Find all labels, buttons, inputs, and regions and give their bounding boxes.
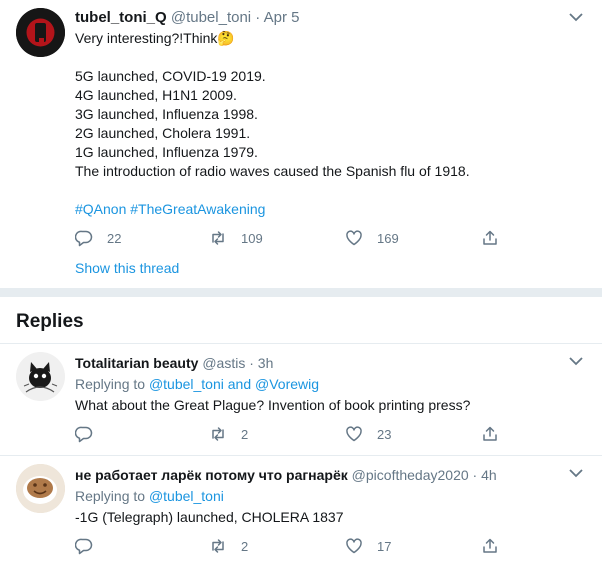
tweet-line-1: Very interesting?!Think🤔 [75, 30, 235, 46]
share-button[interactable] [481, 424, 499, 444]
retweet-button[interactable]: 2 [209, 424, 248, 444]
reply-header: не работает ларёк потому что рагнарёк @p… [75, 466, 497, 485]
retweet-count: 2 [241, 426, 249, 442]
display-name[interactable]: tubel_toni_Q [75, 9, 167, 26]
reply-icon [75, 230, 93, 247]
retweet-count: 109 [241, 230, 263, 246]
like-count: 23 [377, 426, 392, 442]
chevron-down-icon[interactable] [568, 468, 584, 478]
replying-to-handles[interactable]: @tubel_toni and @Vorewig [149, 376, 319, 392]
q-logo-icon [16, 8, 65, 57]
tweet-line-3: 4G launched, H1N1 2009. [75, 87, 237, 103]
separator-dot: · [472, 467, 478, 483]
share-icon [483, 426, 497, 441]
tweet-header: tubel_toni_Q @tubel_toni · Apr 5 [75, 8, 300, 27]
share-icon [483, 538, 497, 553]
like-button[interactable]: 23 [345, 424, 391, 444]
main-tweet[interactable]: tubel_toni_Q @tubel_toni · Apr 5 Very in… [0, 0, 602, 288]
reply-tweet[interactable]: Totalitarian beauty @astis · 3h Replying… [0, 344, 602, 456]
replies-heading: Replies [16, 311, 84, 332]
share-button[interactable] [481, 536, 499, 556]
display-name[interactable]: не работает ларёк потому что рагнарёк [75, 467, 348, 483]
retweet-button[interactable]: 109 [209, 228, 263, 248]
hashtags[interactable]: #QAnon #TheGreatAwakening [75, 200, 265, 219]
reply-tweet[interactable]: не работает ларёк потому что рагнарёк @p… [0, 456, 602, 566]
retweet-icon [212, 231, 224, 245]
separator-dot: · [255, 9, 261, 26]
share-icon [483, 230, 497, 245]
heart-icon [346, 538, 362, 554]
reply-header: Totalitarian beauty @astis · 3h [75, 354, 273, 373]
handle[interactable]: @tubel_toni [171, 9, 251, 26]
replying-to-prefix: Replying to [75, 376, 146, 392]
reply-time[interactable]: 4h [481, 467, 497, 483]
replying-to: Replying to @tubel_toni [75, 487, 224, 506]
replying-to: Replying to @tubel_toni and @Vorewig [75, 375, 319, 394]
chevron-down-icon[interactable] [568, 356, 584, 366]
tweet-line-2: 5G launched, COVID-19 2019. [75, 68, 266, 84]
reply-text: -1G (Telegraph) launched, CHOLERA 1837 [75, 509, 344, 525]
share-button[interactable] [481, 228, 499, 248]
display-name[interactable]: Totalitarian beauty [75, 355, 198, 371]
handle[interactable]: @astis [202, 355, 245, 371]
like-count: 17 [377, 538, 392, 554]
retweet-icon [212, 427, 224, 441]
reply-button[interactable]: 22 [75, 228, 121, 248]
reply-actions: 2 23 [75, 424, 505, 444]
like-count: 169 [377, 230, 399, 246]
coffee-cup-avatar-icon [16, 464, 65, 513]
tweet-line-7: The introduction of radio waves caused t… [75, 163, 470, 179]
replying-to-handles[interactable]: @tubel_toni [149, 488, 224, 504]
tweet-line-5: 2G launched, Cholera 1991. [75, 125, 251, 141]
cat-avatar-icon [16, 352, 65, 401]
show-thread-link[interactable]: Show this thread [75, 259, 179, 278]
reply-count: 22 [107, 230, 122, 246]
like-button[interactable]: 169 [345, 228, 399, 248]
reply-button[interactable] [75, 536, 107, 556]
chevron-down-icon[interactable] [568, 12, 584, 22]
retweet-count: 2 [241, 538, 249, 554]
avatar-picoftheday[interactable] [16, 464, 65, 513]
section-divider [0, 288, 602, 297]
avatar-tubel-toni[interactable] [16, 8, 65, 57]
reply-button[interactable] [75, 424, 107, 444]
like-button[interactable]: 17 [345, 536, 391, 556]
avatar-totalitarian-beauty[interactable] [16, 352, 65, 401]
replying-to-prefix: Replying to [75, 488, 146, 504]
retweet-button[interactable]: 2 [209, 536, 248, 556]
tweet-line-4: 3G launched, Influenza 1998. [75, 106, 258, 122]
heart-icon [346, 230, 362, 246]
reply-actions: 2 17 [75, 536, 505, 556]
tweet-actions: 22 109 169 [75, 228, 505, 248]
heart-icon [346, 426, 362, 442]
reply-icon [75, 538, 93, 555]
tweet-date[interactable]: Apr 5 [264, 9, 300, 26]
handle[interactable]: @picoftheday2020 [352, 467, 469, 483]
reply-text: What about the Great Plague? Invention o… [75, 397, 471, 413]
separator-dot: · [249, 355, 254, 371]
tweet-line-6: 1G launched, Influenza 1979. [75, 144, 258, 160]
reply-icon [75, 426, 93, 443]
retweet-icon [212, 539, 224, 553]
reply-time[interactable]: 3h [258, 355, 274, 371]
